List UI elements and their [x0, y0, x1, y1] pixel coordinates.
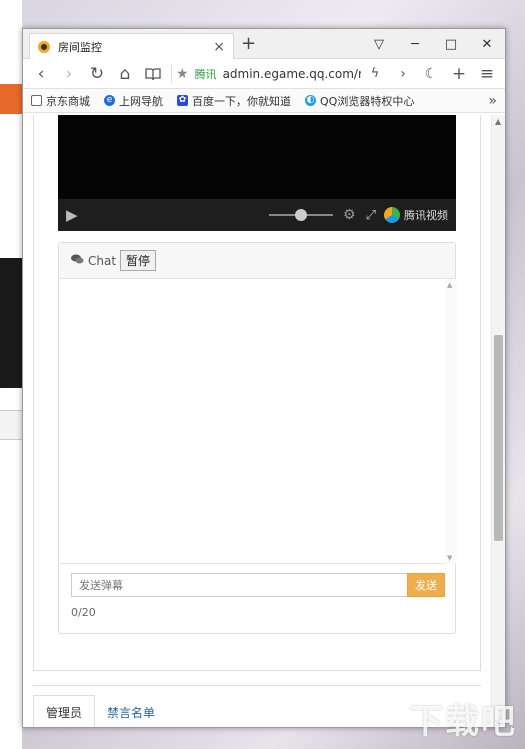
moon-icon[interactable]: ☾ [417, 61, 445, 87]
minimize-button[interactable]: ─ [397, 29, 433, 59]
background-video-fragment [0, 258, 22, 388]
brand-text: 腾讯视频 [404, 209, 448, 222]
menu-icon[interactable]: ≡ [473, 61, 501, 87]
chevron-right-icon[interactable]: › [389, 61, 417, 87]
bookmark-label: 百度一下，你就知道 [192, 94, 291, 108]
site-favicon-icon [38, 40, 50, 53]
reader-icon[interactable] [139, 61, 167, 87]
play-icon[interactable]: ▶ [66, 206, 78, 224]
comments-icon [71, 254, 84, 268]
tab-bar: 房间监控 × + ▽ ─ □ ✕ [23, 29, 505, 59]
window-controls: ▽ ─ □ ✕ [361, 29, 505, 59]
page-viewport: ▶ ⚙ ⤢ 腾讯视频 Chat 暂停 ▲ ▼ 发送弹幕 发送 0/20 管理员 … [23, 115, 493, 727]
reload-button[interactable]: ↻ [83, 61, 111, 87]
background-app-icon [0, 84, 22, 114]
browser-window: 房间监控 × + ▽ ─ □ ✕ ‹ › ↻ ⌂ ★ 腾讯 admin.egam… [22, 28, 506, 728]
video-player[interactable]: ▶ ⚙ ⤢ 腾讯视频 [58, 115, 456, 231]
url-text[interactable]: admin.egame.qq.com/room [223, 67, 361, 81]
home-button[interactable]: ⌂ [111, 61, 139, 87]
fullscreen-icon[interactable]: ⤢ [366, 208, 376, 223]
back-button[interactable]: ‹ [27, 61, 55, 87]
chat-scrollbar[interactable]: ▲ ▼ [445, 279, 457, 564]
room-monitor-card: ▶ ⚙ ⤢ 腾讯视频 Chat 暂停 ▲ ▼ 发送弹幕 发送 0/20 [33, 115, 481, 671]
scrollbar-thumb[interactable] [494, 335, 503, 541]
watermark-text: 下载吧 [409, 702, 517, 742]
chat-panel: Chat 暂停 ▲ ▼ 发送 0/20 [58, 242, 457, 635]
bookmarks-more-icon[interactable]: » [488, 93, 497, 109]
bookmark-label: QQ浏览器特权中心 [320, 94, 415, 108]
address-bar[interactable]: ★ 腾讯 admin.egame.qq.com/room [176, 62, 361, 86]
page-scrollbar[interactable]: ▲ ▼ [491, 115, 505, 727]
tab-banned-list[interactable]: 禁言名单 [95, 695, 167, 727]
gear-icon[interactable]: ⚙ [343, 207, 356, 223]
scroll-down-icon[interactable]: ▼ [447, 554, 452, 562]
bookmark-hao[interactable]: e 上网导航 [104, 93, 163, 109]
volume-slider[interactable] [269, 208, 334, 222]
lightning-icon[interactable]: ϟ [361, 61, 389, 87]
verified-site-badge: 腾讯 [194, 67, 217, 81]
page-icon [31, 95, 42, 106]
bookmark-star-icon[interactable]: ★ [176, 66, 189, 82]
qq-browser-icon: ◐ [305, 95, 316, 106]
ie-icon: e [104, 95, 115, 106]
browser-tab[interactable]: 房间监控 × [29, 33, 234, 59]
tab-close-icon[interactable]: × [213, 39, 225, 55]
toolbar-divider [171, 64, 172, 83]
bookmarks-bar: 京东商城 e 上网导航 ✿ 百度一下，你就知道 ◐ QQ浏览器特权中心 » [23, 89, 505, 113]
scroll-up-icon[interactable]: ▲ [495, 117, 501, 126]
volume-knob[interactable] [295, 209, 308, 221]
close-window-button[interactable]: ✕ [469, 29, 505, 59]
bookmark-baidu[interactable]: ✿ 百度一下，你就知道 [177, 93, 291, 109]
bookmark-jd[interactable]: 京东商城 [31, 93, 90, 109]
navigation-bar: ‹ › ↻ ⌂ ★ 腾讯 admin.egame.qq.com/room ϟ ›… [23, 59, 505, 89]
send-row: 发送 [71, 573, 445, 597]
chat-footer: 发送 0/20 [59, 565, 457, 635]
tab-admins[interactable]: 管理员 [33, 695, 96, 727]
char-counter: 0/20 [71, 606, 96, 619]
danmaku-input[interactable] [71, 573, 407, 597]
chat-header: Chat 暂停 [59, 243, 455, 279]
add-button[interactable]: + [445, 61, 473, 87]
pause-button[interactable]: 暂停 [120, 250, 157, 271]
tab-title: 房间监控 [58, 40, 102, 54]
scroll-up-icon[interactable]: ▲ [447, 281, 452, 289]
tencent-video-logo[interactable]: 腾讯视频 [384, 207, 448, 223]
chat-messages-area[interactable]: ▲ ▼ [59, 279, 457, 564]
player-controls: ▶ ⚙ ⤢ 腾讯视频 [58, 199, 456, 231]
send-button[interactable]: 发送 [407, 573, 445, 597]
maximize-button[interactable]: □ [433, 29, 469, 59]
bookmark-label: 京东商城 [46, 94, 90, 108]
chat-title: Chat [88, 253, 117, 268]
tencent-video-icon [384, 207, 400, 223]
bookmark-qq[interactable]: ◐ QQ浏览器特权中心 [305, 93, 414, 109]
bookmark-label: 上网导航 [119, 94, 163, 108]
shirt-skin-icon[interactable]: ▽ [361, 29, 397, 59]
background-table-header [0, 410, 22, 440]
new-tab-button[interactable]: + [241, 33, 256, 54]
forward-button[interactable]: › [55, 61, 83, 87]
paw-icon: ✿ [177, 95, 188, 106]
